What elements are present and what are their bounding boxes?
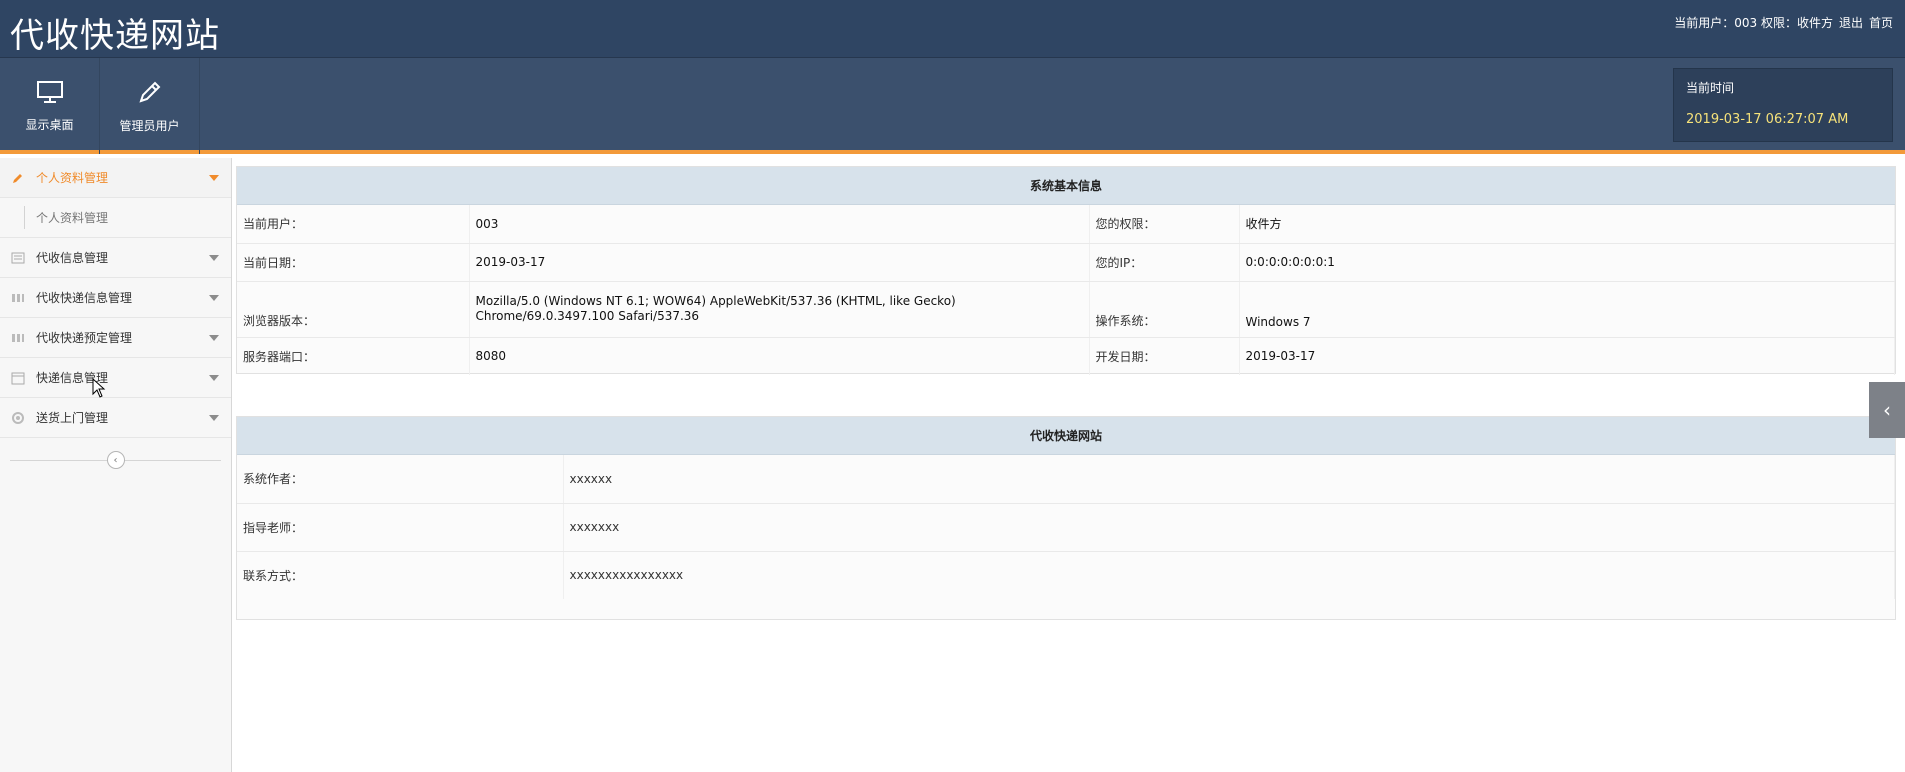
cell-value: Mozilla/5.0 (Windows NT 6.1; WOW64) Appl… (469, 281, 1090, 338)
gear-icon (10, 410, 26, 426)
monitor-icon (36, 80, 63, 103)
sidebar: 个人资料管理 个人资料管理 代收信息管理 代收快递信息管理 代收快递预定管理 快… (0, 158, 232, 772)
table-row: 指导老师： xxxxxxx (237, 503, 1895, 552)
cell-label: 开发日期： (1089, 337, 1240, 375)
cell-value: 2019-03-17 (469, 243, 1090, 282)
sidebar-item-label: 代收快递信息管理 (36, 291, 133, 305)
chevron-left-icon: ‹ (113, 454, 118, 466)
chevron-down-icon (209, 334, 219, 341)
home-link[interactable]: 首页 (1869, 14, 1893, 31)
toolbar: 显示桌面 管理员用户 当前时间 2019-03-17 06:27:07 AM (0, 58, 1905, 154)
app-title: 代收快递网站 (10, 16, 220, 56)
system-info-title: 系统基本信息 (237, 167, 1895, 205)
cell-label: 浏览器版本： (237, 281, 470, 338)
header-bar: 代收快递网站 当前用户：003 权限：收件方 退出 首页 (0, 0, 1905, 58)
cell-label: 联系方式： (237, 551, 564, 599)
cell-label: 当前日期： (237, 243, 470, 282)
sidebar-item-label: 代收信息管理 (36, 251, 109, 265)
current-user-label: 当前用户：003 权限：收件方 (1674, 16, 1833, 30)
main-content: 系统基本信息 当前用户： 003 您的权限： 收件方 当前日期： 2019-03… (236, 158, 1896, 772)
sidebar-item-courier-info[interactable]: 快递信息管理 (0, 358, 231, 398)
sidebar-item-profile-management[interactable]: 个人资料管理 (0, 158, 231, 198)
cell-value: 0:0:0:0:0:0:0:1 (1239, 243, 1895, 282)
table-row: 联系方式： xxxxxxxxxxxxxxxx (237, 551, 1895, 599)
cell-value: 003 (469, 205, 1090, 244)
chevron-left-icon: ‹ (1883, 398, 1891, 422)
cell-label: 您的权限： (1089, 205, 1240, 244)
cell-label: 当前用户： (237, 205, 470, 244)
chevron-down-icon (209, 174, 219, 181)
chevron-down-icon (209, 414, 219, 421)
collapse-sidebar-button[interactable]: ‹ (106, 451, 125, 469)
cell-label: 服务器端口： (237, 337, 470, 375)
show-desktop-button[interactable]: 显示桌面 (0, 58, 100, 154)
sidebar-item-door-delivery[interactable]: 送货上门管理 (0, 398, 231, 438)
sidebar-item-label: 个人资料管理 (36, 171, 109, 185)
pencil-icon (10, 170, 26, 186)
sidebar-collapse-bar: ‹ (0, 438, 231, 482)
site-info-table: 系统作者： xxxxxx 指导老师： xxxxxxx 联系方式： xxxxxxx… (237, 455, 1895, 599)
sidebar-item-express-info[interactable]: 代收快递信息管理 (0, 278, 231, 318)
cell-label: 系统作者： (237, 455, 564, 504)
current-time-box: 当前时间 2019-03-17 06:27:07 AM (1673, 68, 1893, 142)
logout-link[interactable]: 退出 (1839, 14, 1863, 31)
table-row: 服务器端口： 8080 开发日期： 2019-03-17 (237, 337, 1895, 375)
pencil-icon (138, 81, 160, 103)
chevron-down-icon (209, 254, 219, 261)
cell-value: xxxxxxxxxxxxxxxx (563, 551, 1895, 599)
site-info-title: 代收快递网站 (237, 417, 1895, 455)
table-row: 当前用户： 003 您的权限： 收件方 (237, 205, 1895, 244)
sidebar-subitem-profile[interactable]: 个人资料管理 (0, 198, 231, 238)
calendar-icon (10, 370, 26, 386)
list-icon (10, 250, 26, 266)
side-panel-toggle-button[interactable]: ‹ (1869, 382, 1905, 438)
mouse-cursor-icon (92, 378, 106, 398)
cell-value: xxxxxxx (563, 503, 1895, 552)
show-desktop-label: 显示桌面 (25, 117, 74, 132)
cell-value: 8080 (469, 337, 1090, 375)
table-row: 浏览器版本： Mozilla/5.0 (Windows NT 6.1; WOW6… (237, 281, 1895, 338)
sidebar-item-express-booking[interactable]: 代收快递预定管理 (0, 318, 231, 358)
current-time-label: 当前时间 (1686, 81, 1735, 95)
cell-label: 指导老师： (237, 503, 564, 552)
cell-label: 您的IP： (1089, 243, 1240, 282)
admin-user-button[interactable]: 管理员用户 (100, 58, 200, 154)
user-info: 当前用户：003 权限：收件方 退出 首页 (1674, 14, 1893, 31)
admin-user-label: 管理员用户 (119, 118, 180, 133)
cell-label: 操作系统： (1089, 281, 1240, 338)
current-time-value: 2019-03-17 06:27:07 AM (1686, 112, 1849, 127)
sidebar-item-label: 代收快递预定管理 (36, 331, 133, 345)
chevron-down-icon (209, 374, 219, 381)
table-row: 当前日期： 2019-03-17 您的IP： 0:0:0:0:0:0:0:1 (237, 243, 1895, 282)
table-row: 系统作者： xxxxxx (237, 455, 1895, 504)
bars-icon (10, 290, 26, 306)
bars-icon (10, 330, 26, 346)
system-info-panel: 系统基本信息 当前用户： 003 您的权限： 收件方 当前日期： 2019-03… (236, 166, 1896, 375)
cell-value: xxxxxx (563, 455, 1895, 504)
cell-value: Windows 7 (1239, 281, 1895, 338)
cell-value: 2019-03-17 (1239, 337, 1895, 375)
site-info-panel: 代收快递网站 系统作者： xxxxxx 指导老师： xxxxxxx 联系方式： … (236, 416, 1896, 620)
cell-value: 收件方 (1239, 205, 1895, 244)
chevron-down-icon (209, 294, 219, 301)
sidebar-item-collection-info[interactable]: 代收信息管理 (0, 238, 231, 278)
sidebar-item-label: 送货上门管理 (36, 411, 109, 425)
system-info-table: 当前用户： 003 您的权限： 收件方 当前日期： 2019-03-17 您的I… (237, 205, 1895, 375)
sidebar-subitem-label: 个人资料管理 (36, 211, 109, 225)
